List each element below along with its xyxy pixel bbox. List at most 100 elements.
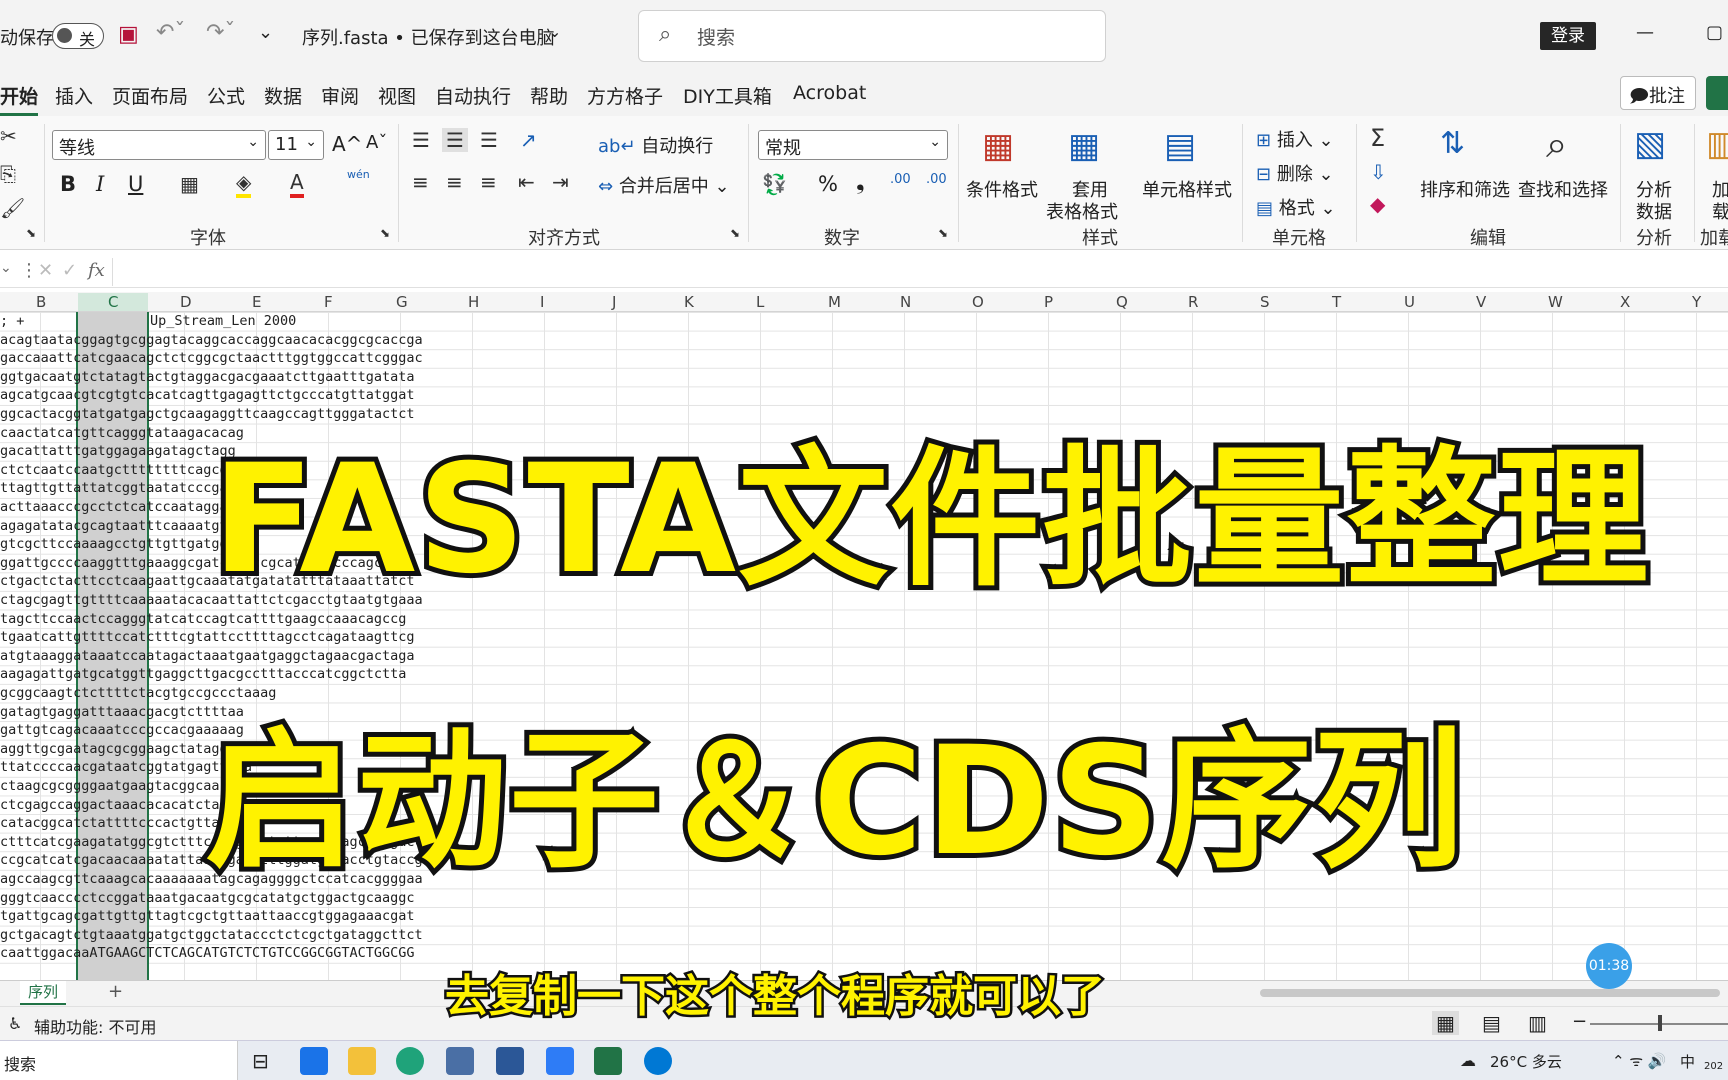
fill-icon[interactable]: ⇩ — [1370, 160, 1387, 184]
format-as-table-label-2[interactable]: 表格格式 — [1046, 198, 1118, 224]
column-header-v[interactable]: V — [1476, 293, 1486, 311]
edge-icon[interactable] — [396, 1047, 424, 1075]
name-box-dropdown-icon[interactable]: ⌄ — [0, 260, 12, 276]
sequence-row[interactable]: ggtgacaatgtctatagtactgtaggacgacgaaatcttg… — [0, 368, 415, 387]
align-middle-icon[interactable]: ☰ — [442, 128, 468, 152]
delete-cells-button[interactable]: ⊟ 删除 ⌄ — [1256, 160, 1334, 186]
align-right-icon[interactable]: ≡ — [480, 170, 497, 194]
conditional-format-button[interactable]: 条件格式 — [966, 176, 1038, 202]
file-explorer-icon[interactable] — [348, 1047, 376, 1075]
share-button[interactable] — [1706, 76, 1728, 110]
tab-formulas[interactable]: 公式 — [207, 82, 245, 109]
tray-icons[interactable]: ⌃ ᯤ 🔊 — [1612, 1051, 1666, 1071]
page-layout-view-icon[interactable]: ▤ — [1482, 1011, 1501, 1035]
underline-button[interactable]: U — [128, 172, 143, 196]
font-name-select[interactable]: 等线 ⌄ — [52, 130, 266, 160]
column-header-w[interactable]: W — [1548, 293, 1563, 311]
column-header-h[interactable]: H — [468, 293, 479, 311]
column-header-u[interactable]: U — [1404, 293, 1415, 311]
align-center-icon[interactable]: ≡ — [446, 170, 463, 194]
conditional-format-icon[interactable]: ▦ — [982, 126, 1014, 166]
sequence-row[interactable]: atgtaaaggataaatccaatagactaaatgaatgaggcta… — [0, 647, 415, 666]
column-header-j[interactable]: J — [612, 293, 616, 311]
column-header-f[interactable]: F — [324, 293, 333, 311]
format-painter-icon[interactable]: 🖌 — [0, 196, 25, 220]
comma-button[interactable]: ❟ — [856, 170, 865, 195]
column-header-r[interactable]: R — [1188, 293, 1198, 311]
sequence-row[interactable]: acttaaacccgcctctcatccaataggat — [0, 498, 236, 517]
clipboard-launcher-icon[interactable]: ⬊ — [26, 226, 36, 240]
sequence-row[interactable]: caactatcatgttcagggtataagacacag — [0, 424, 244, 443]
document-title[interactable]: 序列.fasta • 已保存到这台电脑 — [302, 24, 555, 50]
tab-view[interactable]: 视图 — [378, 82, 416, 109]
tab-fangfang[interactable]: 方方格子 — [587, 82, 663, 109]
sequence-row[interactable]: gtcgcttccaaaagcctgttgttgatggtg — [0, 535, 244, 554]
sequence-row[interactable]: gacattatttgatggagaagatagctagg — [0, 442, 236, 461]
percent-button[interactable]: % — [818, 172, 838, 196]
format-as-table-icon[interactable]: ▦ — [1068, 126, 1100, 166]
tab-review[interactable]: 审阅 — [321, 82, 359, 109]
align-bottom-icon[interactable]: ☰ — [480, 128, 498, 152]
tab-data[interactable]: 数据 — [264, 82, 302, 109]
zoom-slider-thumb[interactable] — [1658, 1015, 1662, 1031]
bold-button[interactable]: B — [60, 172, 76, 196]
sequence-row[interactable]: agagatatacgcagtaatttcaaaatgtt — [0, 517, 236, 536]
align-top-icon[interactable]: ☰ — [412, 128, 430, 152]
horizontal-scrollbar[interactable] — [1260, 989, 1720, 997]
sequence-row[interactable]: ctcgagccaggactaaacacacatcta — [0, 796, 219, 815]
zoom-out-button[interactable]: − — [1572, 1011, 1587, 1032]
insert-function-button[interactable]: fx — [88, 260, 105, 281]
merge-center-button[interactable]: ⇔ 合并后居中 ⌄ — [598, 172, 730, 198]
column-header-e[interactable]: E — [252, 293, 261, 311]
column-header-d[interactable]: D — [180, 293, 192, 311]
autosave-toggle[interactable]: 关 — [52, 23, 104, 49]
weather-icon[interactable]: ☁ — [1460, 1051, 1476, 1070]
column-header-q[interactable]: Q — [1116, 293, 1128, 311]
format-cells-button[interactable]: ▤ 格式 ⌄ — [1256, 194, 1336, 220]
currency-icon[interactable]: 💱 — [762, 172, 787, 196]
orientation-icon[interactable]: ↗ — [520, 128, 537, 152]
ime-indicator[interactable]: 中 — [1680, 1051, 1695, 1072]
cell-styles-button[interactable]: 单元格样式 — [1142, 176, 1232, 202]
mail-icon[interactable] — [300, 1047, 328, 1075]
column-header-o[interactable]: O — [972, 293, 984, 311]
increase-decimal-button[interactable]: .00 — [890, 172, 911, 187]
task-view-icon[interactable]: ⊟ — [252, 1049, 269, 1073]
column-header-l[interactable]: L — [756, 293, 764, 311]
font-color-icon[interactable]: A — [290, 170, 304, 198]
chevron-down-icon[interactable]: ⌄ — [548, 22, 561, 41]
accessibility-status[interactable]: 辅助功能: 不可用 — [34, 1014, 156, 1038]
shrink-font-button[interactable]: Aˇ — [366, 132, 387, 153]
save-icon[interactable]: ▣ — [118, 22, 139, 47]
column-header-t[interactable]: T — [1332, 293, 1341, 311]
undo-icon[interactable]: ↶ˇ — [156, 20, 185, 45]
tab-home[interactable]: 开始 — [0, 82, 39, 116]
sequence-row[interactable]: ctaagcgcggggaatgaagtacggcaa — [0, 777, 219, 796]
copy-icon[interactable]: ⎘ — [0, 162, 16, 186]
comments-button[interactable]: 🗩批注 — [1620, 76, 1696, 110]
search-box[interactable]: ⌕ 搜索 — [638, 10, 1106, 62]
sequence-row[interactable]: tgattgcagcgattgttgttagtcgctgttaattaaccgt… — [0, 907, 415, 926]
redo-icon[interactable]: ↷ˇ — [206, 20, 235, 45]
store-icon[interactable] — [496, 1047, 524, 1075]
column-header-p[interactable]: P — [1044, 293, 1053, 311]
cancel-icon[interactable]: ✕ — [38, 260, 53, 281]
analyze-data-icon[interactable]: ▧ — [1634, 124, 1666, 164]
column-header-i[interactable]: I — [540, 293, 544, 311]
customize-qat-icon[interactable]: ⌄ — [258, 22, 273, 43]
cell-styles-icon[interactable]: ▤ — [1164, 126, 1196, 166]
page-break-view-icon[interactable]: ▥ — [1528, 1011, 1547, 1035]
font-size-select[interactable]: 11 ⌄ — [268, 130, 324, 160]
column-header-s[interactable]: S — [1260, 293, 1270, 311]
header-cell-d[interactable]: Up_Stream_Len 2000 — [150, 312, 296, 331]
edge-dev-icon[interactable] — [644, 1047, 672, 1075]
cut-icon[interactable]: ✂ — [0, 124, 17, 148]
number-launcher-icon[interactable]: ⬊ — [938, 226, 948, 240]
sequence-row[interactable]: aggttgcgaatagcgcggaagctatagg — [0, 740, 228, 759]
sequence-row[interactable]: acagtaatacggagtgcggagtacaggcaccaggcaacac… — [0, 331, 423, 350]
sort-filter-button[interactable]: 排序和筛选 — [1420, 176, 1510, 202]
column-header-y[interactable]: Y — [1692, 293, 1701, 311]
taskbar-search[interactable]: 搜索 — [0, 1041, 238, 1080]
insert-cells-button[interactable]: ⊞ 插入 ⌄ — [1256, 126, 1334, 152]
number-format-select[interactable]: 常规 ⌄ — [758, 130, 948, 160]
